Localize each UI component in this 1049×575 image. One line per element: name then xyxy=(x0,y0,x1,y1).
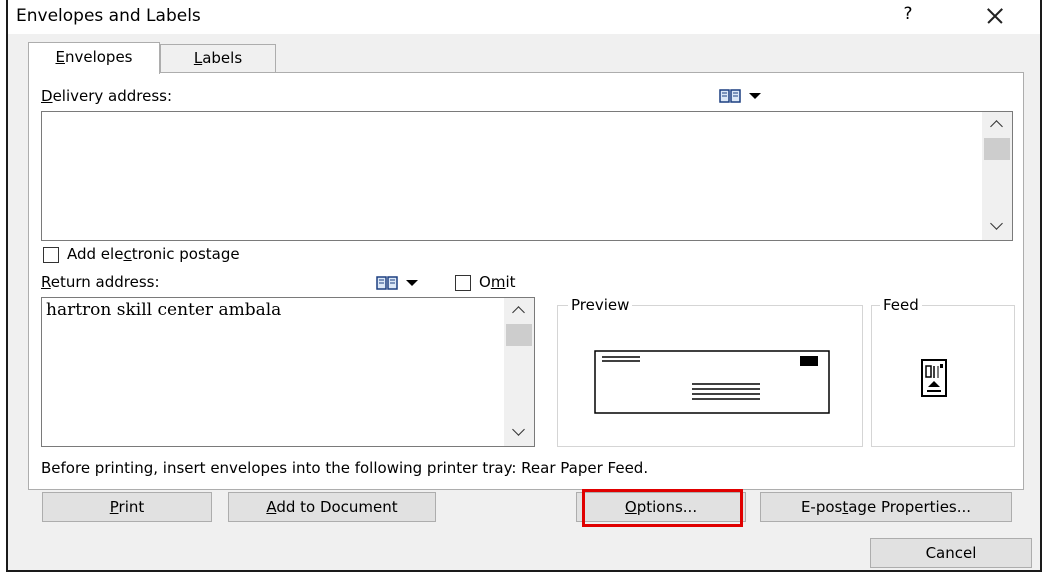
delivery-address-label: Delivery address: xyxy=(41,87,173,105)
envelopes-tab-panel: Delivery address: Add electronic postage xyxy=(28,72,1024,490)
printer-tray-status: Before printing, insert envelopes into t… xyxy=(41,459,649,477)
print-button[interactable]: Print xyxy=(42,492,212,522)
omit-checkbox[interactable] xyxy=(455,275,471,291)
envelopes-and-labels-dialog: Envelopes and Labels ? Envelopes Labels … xyxy=(6,0,1042,572)
return-address-text: hartron skill center ambala xyxy=(46,300,282,320)
close-icon[interactable] xyxy=(980,2,1010,30)
envelope-preview-icon[interactable] xyxy=(594,350,830,414)
epostage-properties-button[interactable]: E-postage Properties... xyxy=(760,492,1012,522)
omit-label: Omit xyxy=(479,273,516,291)
return-address-book-icon[interactable] xyxy=(376,276,398,290)
scroll-up-icon[interactable] xyxy=(504,298,534,324)
address-book-icon[interactable] xyxy=(719,89,741,103)
scroll-thumb[interactable] xyxy=(506,324,532,346)
add-to-document-button[interactable]: Add to Document xyxy=(228,492,436,522)
electronic-postage-label: Add electronic postage xyxy=(67,245,240,263)
delivery-scrollbar[interactable] xyxy=(982,112,1012,240)
preview-group: Preview xyxy=(557,296,863,447)
scroll-down-icon[interactable] xyxy=(982,214,1012,240)
tab-envelopes[interactable]: Envelopes xyxy=(28,42,160,74)
electronic-postage-checkbox[interactable] xyxy=(43,247,59,263)
help-button[interactable]: ? xyxy=(898,4,918,28)
scroll-up-icon[interactable] xyxy=(982,112,1012,138)
tab-labels[interactable]: Labels xyxy=(160,44,276,72)
return-scrollbar[interactable] xyxy=(504,298,534,446)
return-address-input[interactable]: hartron skill center ambala xyxy=(41,297,535,447)
feed-icon[interactable] xyxy=(920,358,948,400)
scroll-down-icon[interactable] xyxy=(504,420,534,446)
feed-group: Feed xyxy=(871,296,1015,447)
options-highlight-box xyxy=(582,489,743,527)
return-dropdown-arrow-icon[interactable] xyxy=(406,280,418,286)
title-bar: Envelopes and Labels ? xyxy=(8,0,1040,34)
dropdown-arrow-icon[interactable] xyxy=(749,93,761,99)
cancel-button[interactable]: Cancel xyxy=(870,538,1032,568)
window-title: Envelopes and Labels xyxy=(16,6,201,26)
return-address-label: Return address: xyxy=(41,273,160,291)
feed-title: Feed xyxy=(880,296,922,314)
preview-title: Preview xyxy=(568,296,633,314)
scroll-thumb[interactable] xyxy=(984,138,1010,160)
delivery-address-input[interactable] xyxy=(41,111,1013,241)
